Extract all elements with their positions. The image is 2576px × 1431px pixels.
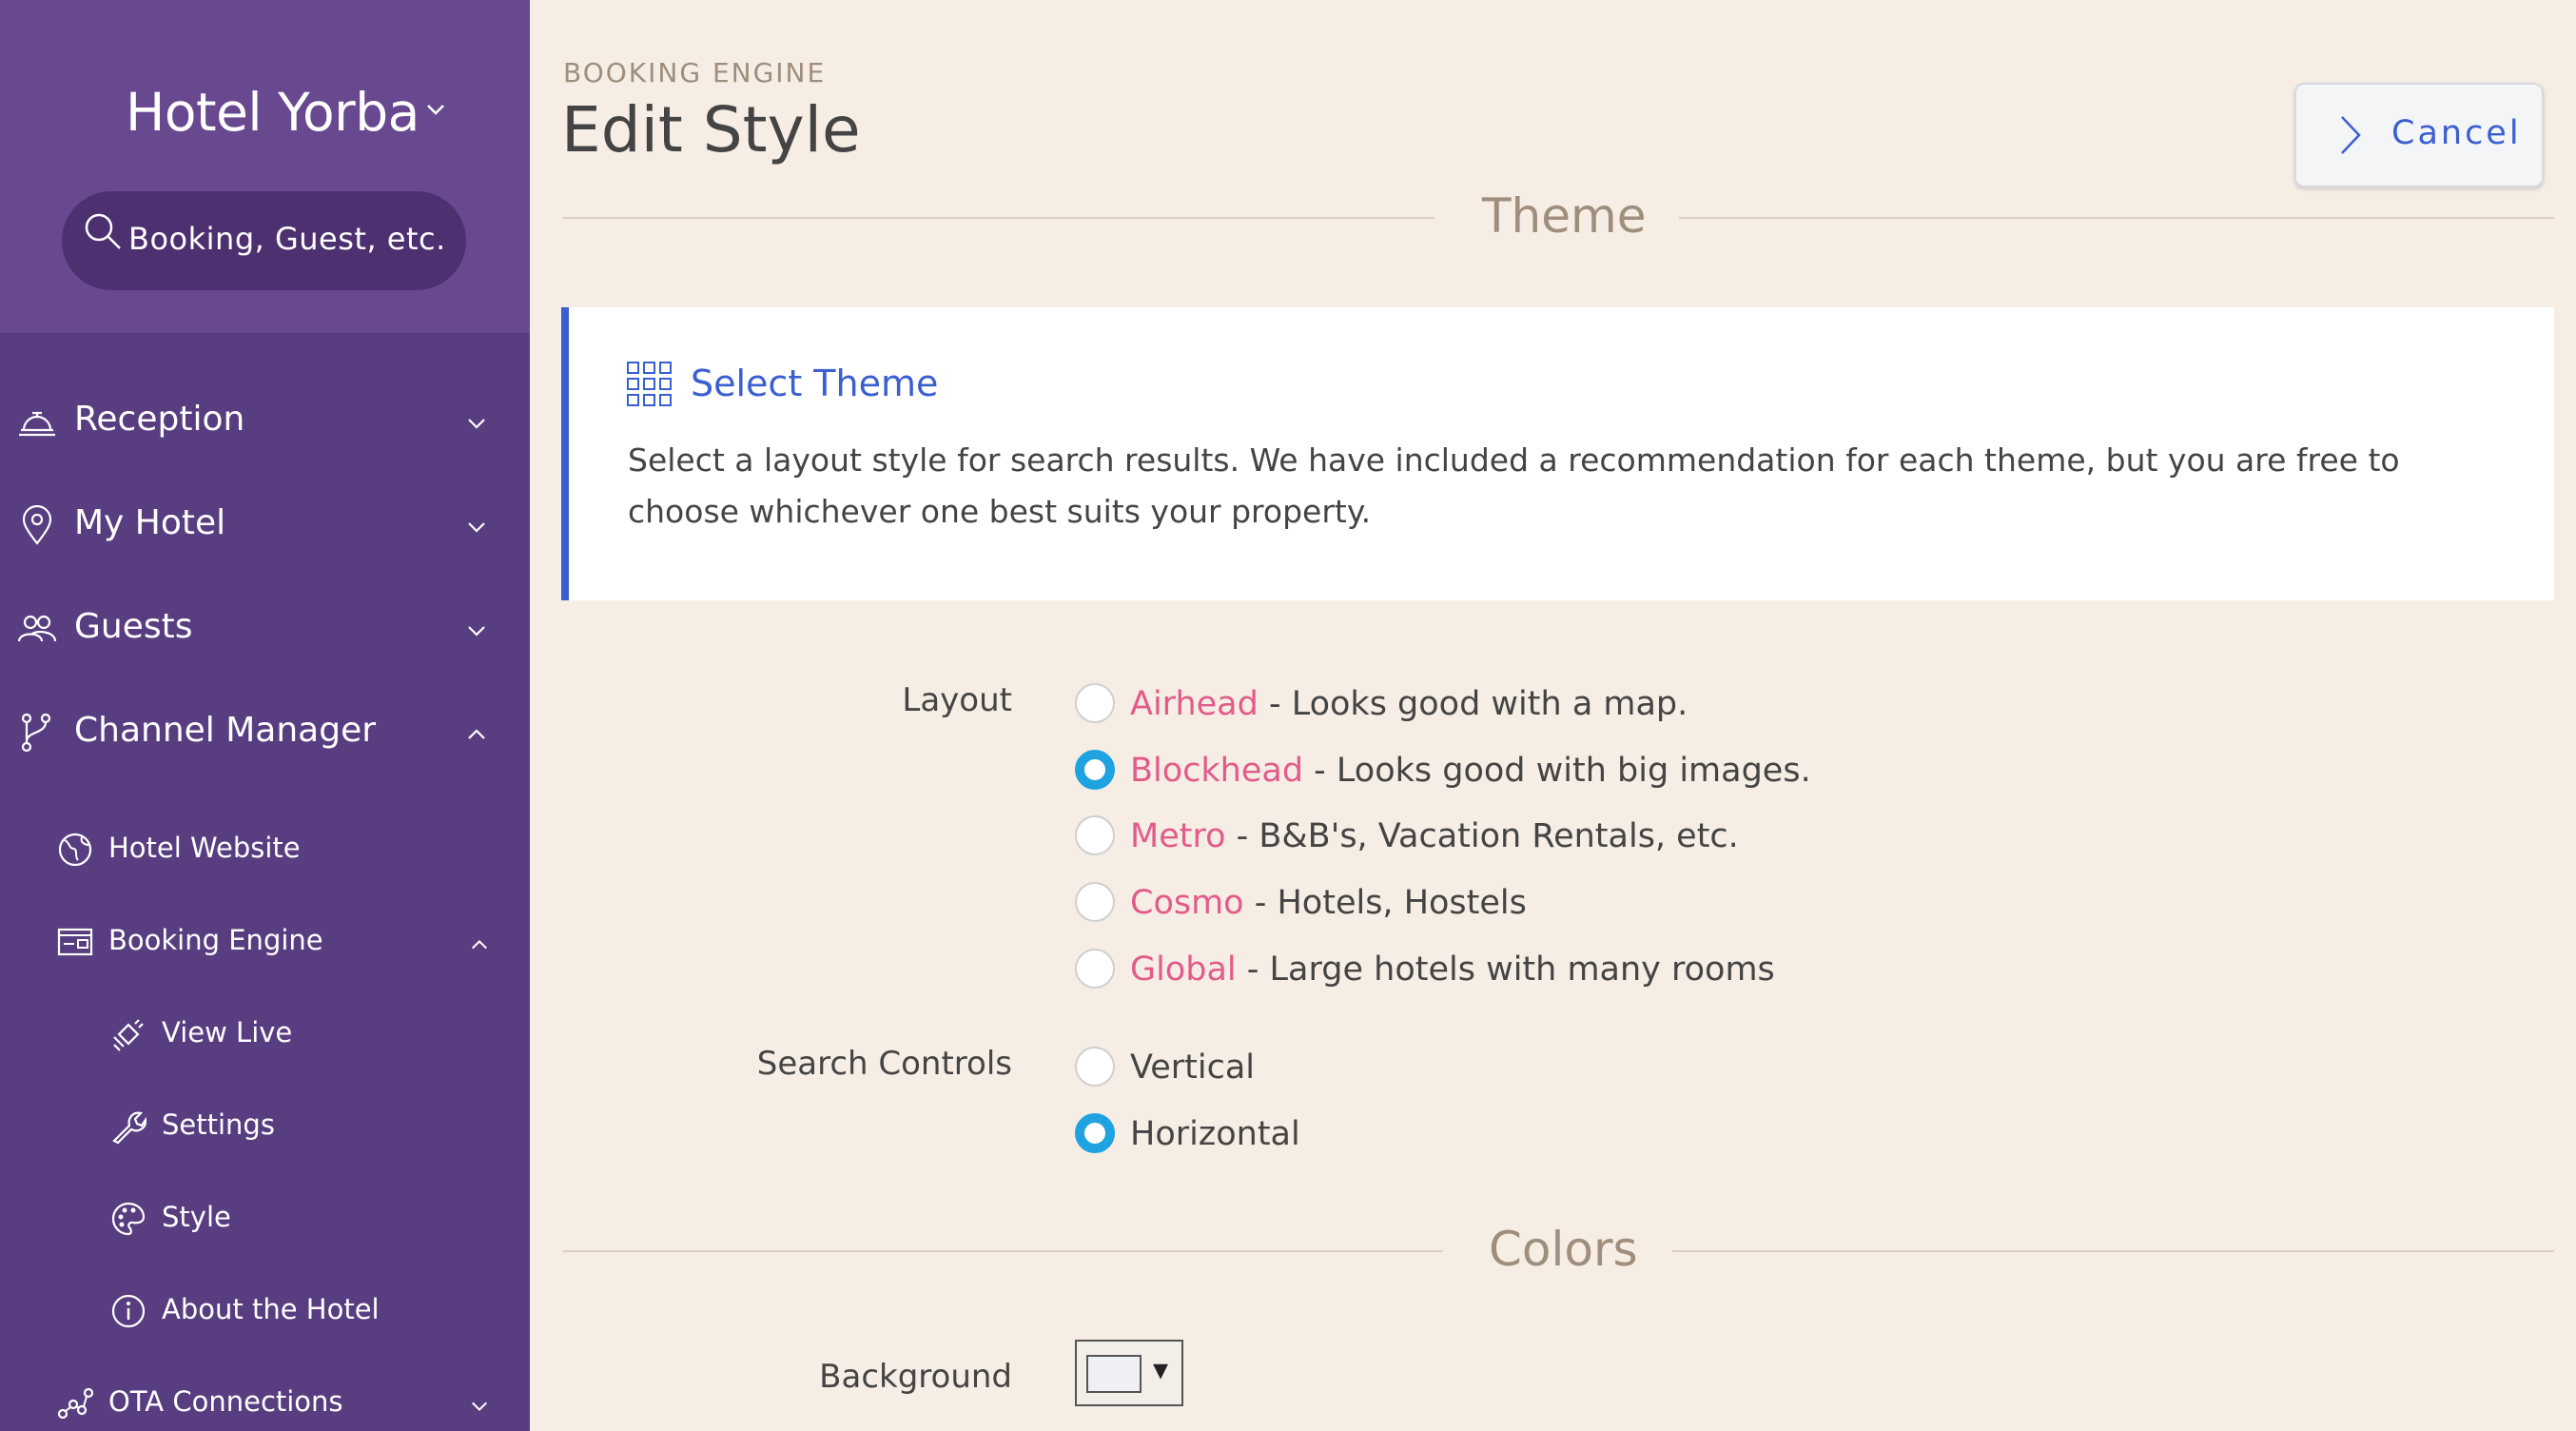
- divider: [1679, 217, 2554, 219]
- radio-button[interactable]: [1075, 949, 1115, 989]
- chevron-down-icon[interactable]: [424, 98, 447, 121]
- search-controls-label: Search Controls: [756, 1045, 1012, 1083]
- background-label: Background: [819, 1358, 1012, 1396]
- booking-engine-icon: [57, 928, 93, 956]
- radio-label: Metro - B&B's, Vacation Rentals, etc.: [1130, 817, 1739, 855]
- globe-icon: [58, 833, 92, 867]
- radio-label: Blockhead - Looks good with big images.: [1130, 752, 1811, 790]
- section-title-theme: Theme: [1482, 188, 1647, 244]
- grid-icon: [627, 362, 672, 406]
- sidebar-item-settings[interactable]: Settings: [0, 1093, 530, 1179]
- theme-name: Global: [1130, 951, 1237, 989]
- card-title: Select Theme: [691, 363, 939, 404]
- hotel-name[interactable]: Hotel Yorba: [126, 82, 420, 143]
- sidebar-item-hotel-website[interactable]: Hotel Website: [0, 816, 530, 902]
- radio-label: Vertical: [1130, 1049, 1256, 1087]
- theme-name: Airhead: [1130, 685, 1259, 723]
- chevron-right-icon: [2341, 116, 2361, 154]
- chevron-up-icon: [468, 729, 485, 739]
- theme-desc: - B&B's, Vacation Rentals, etc.: [1225, 817, 1739, 855]
- cancel-label: Cancel: [2391, 114, 2522, 152]
- radio-button[interactable]: [1075, 882, 1115, 922]
- sidebar-item-guests[interactable]: Guests: [0, 588, 530, 674]
- radio-label: Global - Large hotels with many rooms: [1130, 951, 1775, 989]
- radio-button[interactable]: [1075, 1113, 1115, 1153]
- theme-desc: - Large hotels with many rooms: [1236, 951, 1775, 989]
- sidebar-item-label: Hotel Website: [108, 832, 301, 864]
- divider: [563, 217, 1434, 219]
- sidebar-item-label: Reception: [74, 400, 245, 439]
- radio-button[interactable]: [1075, 1047, 1115, 1087]
- sidebar-item-reception[interactable]: Reception: [0, 381, 530, 466]
- theme-name: Blockhead: [1130, 752, 1304, 790]
- sidebar-item-label: Settings: [162, 1108, 275, 1141]
- search-icon: [85, 213, 121, 249]
- radio-label: Airhead - Looks good with a map.: [1130, 685, 1688, 723]
- card-description: Select a layout style for search results…: [628, 441, 2400, 530]
- radio-button[interactable]: [1075, 815, 1115, 855]
- breadcrumb: BOOKING ENGINE: [563, 57, 827, 88]
- theme-desc: - Hotels, Hostels: [1243, 884, 1527, 922]
- theme-name: Metro: [1130, 817, 1226, 855]
- sidebar-item-label: Booking Engine: [108, 924, 323, 956]
- guests-icon: [17, 615, 57, 642]
- chevron-down-icon: [468, 626, 485, 637]
- sidebar-item-style[interactable]: Style: [0, 1186, 530, 1271]
- reception-bell-icon: [19, 411, 55, 437]
- background-color-picker[interactable]: ▾: [1075, 1340, 1183, 1406]
- radio-button[interactable]: [1075, 683, 1115, 723]
- sidebar-item-label: Channel Manager: [74, 711, 377, 750]
- sidebar-item-booking-engine[interactable]: Booking Engine: [0, 909, 530, 994]
- info-icon: [111, 1294, 146, 1328]
- map-pin-icon: [22, 505, 52, 545]
- radio-label: Cosmo - Hotels, Hostels: [1130, 884, 1527, 922]
- sidebar-header: Hotel Yorba Booking, Guest, etc.: [0, 0, 530, 333]
- color-swatch: [1086, 1355, 1142, 1393]
- theme-name: Cosmo: [1130, 884, 1244, 922]
- page-title: Edit Style: [561, 93, 861, 167]
- chevron-down-icon: [468, 522, 485, 533]
- search-placeholder: Booking, Guest, etc.: [128, 221, 446, 257]
- sidebar-item-label: OTA Connections: [108, 1385, 343, 1418]
- chevron-up-icon: [472, 939, 487, 950]
- sidebar-item-about-the-hotel[interactable]: About the Hotel: [0, 1278, 530, 1363]
- theme-desc: - Looks good with a map.: [1258, 685, 1688, 723]
- radio-button[interactable]: [1075, 750, 1115, 790]
- chevron-down-icon: [472, 1402, 487, 1412]
- sidebar-item-label: My Hotel: [74, 503, 226, 542]
- radio-label: Horizontal: [1130, 1115, 1300, 1153]
- section-title-colors: Colors: [1489, 1222, 1638, 1277]
- theme-desc: - Looks good with big images.: [1303, 752, 1811, 790]
- select-theme-card: Select Theme Select a layout style for s…: [561, 307, 2554, 600]
- divider: [1672, 1250, 2554, 1252]
- chevron-down-icon: [468, 419, 485, 429]
- palette-icon: [111, 1202, 146, 1236]
- branch-icon: [21, 713, 51, 753]
- cancel-button[interactable]: Cancel: [2294, 83, 2544, 187]
- layout-label: Layout: [902, 681, 1012, 719]
- sidebar-item-label: Guests: [74, 607, 193, 646]
- connections-icon: [57, 1387, 93, 1420]
- sidebar-item-label: View Live: [162, 1016, 293, 1049]
- dropdown-arrow-icon: ▾: [1153, 1351, 1169, 1387]
- satellite-icon: [113, 1019, 144, 1051]
- wrench-icon: [112, 1111, 146, 1145]
- search-input[interactable]: Booking, Guest, etc.: [62, 191, 466, 290]
- divider: [563, 1250, 1443, 1252]
- sidebar-item-label: About the Hotel: [162, 1293, 380, 1325]
- sidebar-item-my-hotel[interactable]: My Hotel: [0, 484, 530, 570]
- sidebar-item-label: Style: [162, 1201, 231, 1233]
